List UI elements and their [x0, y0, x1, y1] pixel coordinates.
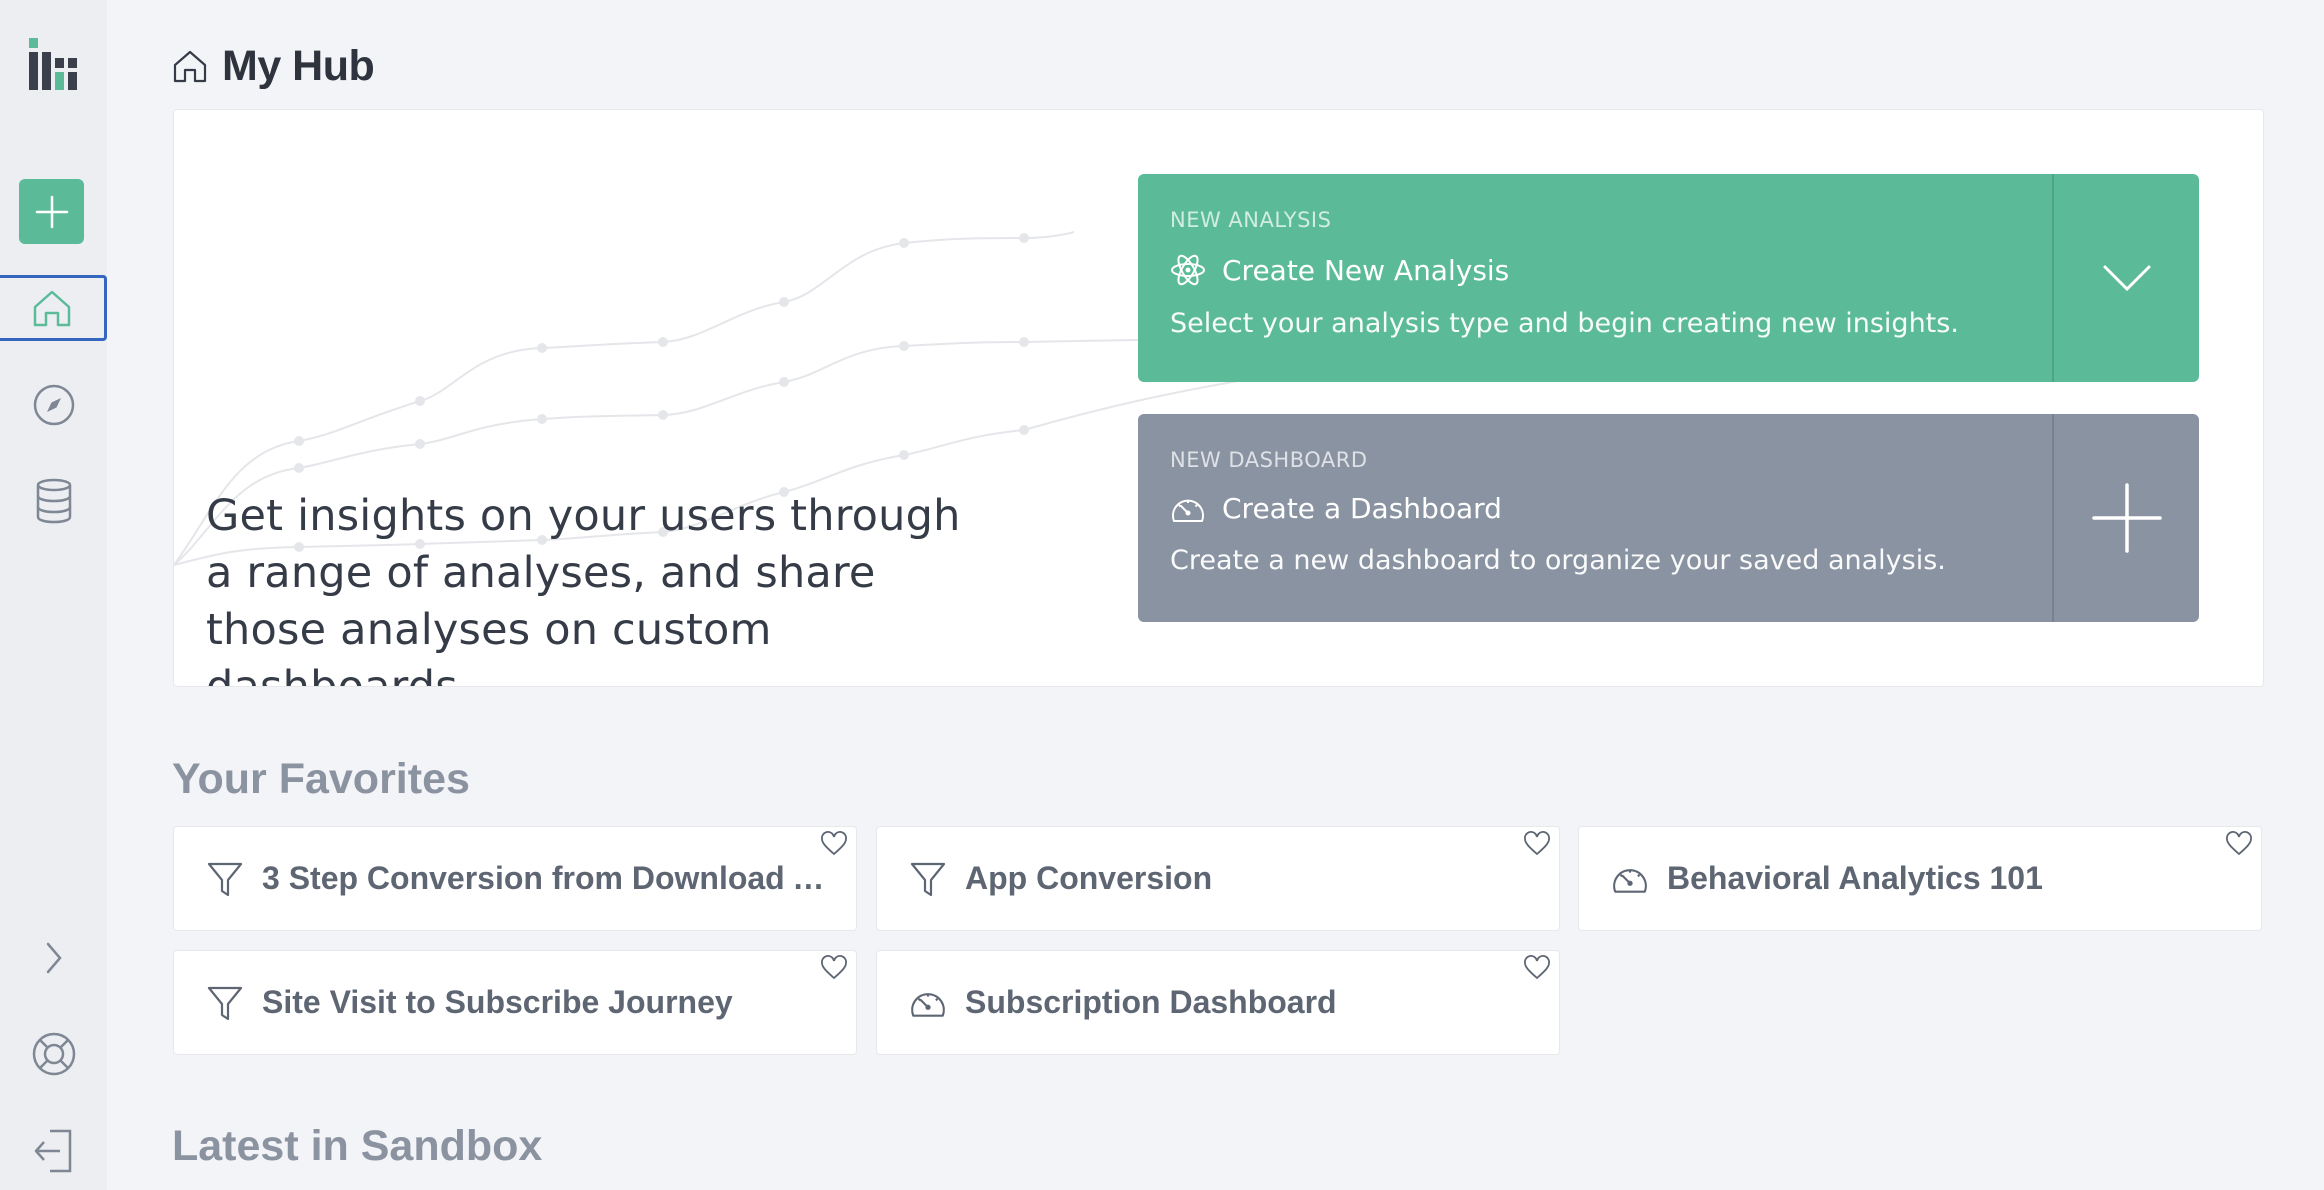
favorite-card[interactable]: App Conversion: [876, 826, 1560, 931]
latest-section-title: Latest in Sandbox: [172, 1122, 543, 1170]
home-icon: [173, 50, 207, 83]
atom-icon: [1171, 254, 1205, 286]
nav-discover[interactable]: [0, 372, 107, 438]
favorite-label: Site Visit to Subscribe Journey: [262, 984, 733, 1020]
dashboard-gauge-icon: [1613, 868, 1647, 893]
heart-icon[interactable]: [2225, 831, 2253, 857]
heart-icon[interactable]: [820, 831, 848, 857]
page-title: My Hub: [222, 41, 375, 90]
new-dashboard-title: Create a Dashboard: [1222, 492, 1502, 525]
favorite-label: 3 Step Conversion from Download A...: [262, 860, 842, 896]
favorite-card[interactable]: 3 Step Conversion from Download A...: [173, 826, 857, 931]
analysis-type-dropdown-button[interactable]: [2052, 174, 2199, 382]
favorite-label: Subscription Dashboard: [965, 984, 1337, 1020]
favorite-card[interactable]: Behavioral Analytics 101: [1578, 826, 2262, 931]
favorite-card[interactable]: Subscription Dashboard: [876, 950, 1560, 1055]
funnel-icon: [910, 862, 946, 896]
favorites-section-title: Your Favorites: [172, 755, 470, 803]
dashboard-gauge-icon: [1172, 499, 1204, 522]
add-dashboard-button[interactable]: [2052, 414, 2199, 622]
hero-description: Get insights on your users through a ran…: [206, 491, 961, 687]
nav-logout[interactable]: [0, 1118, 107, 1184]
plus-icon: [35, 195, 68, 228]
new-analysis-eyebrow: NEW ANALYSIS: [1170, 208, 1332, 232]
funnel-icon: [207, 862, 243, 896]
new-dashboard-description: Create a new dashboard to organize your …: [1170, 545, 1946, 576]
new-dashboard-main[interactable]: NEW DASHBOARD Create a Dashboard Create …: [1138, 414, 2052, 622]
new-dashboard-eyebrow: NEW DASHBOARD: [1170, 448, 1368, 472]
new-analysis-card[interactable]: NEW ANALYSIS Create New Analysis Select …: [1138, 174, 2199, 382]
sidebar: [0, 0, 107, 1190]
new-analysis-title: Create New Analysis: [1222, 253, 1510, 287]
compass-icon: [33, 384, 74, 426]
home-icon: [33, 290, 71, 327]
favorite-label: Behavioral Analytics 101: [1667, 860, 2043, 896]
heart-icon[interactable]: [1523, 955, 1551, 981]
nav-home[interactable]: [0, 275, 107, 341]
heart-icon[interactable]: [820, 955, 848, 981]
new-dashboard-card[interactable]: NEW DASHBOARD Create a Dashboard Create …: [1138, 414, 2199, 622]
chevron-right-icon: [46, 942, 62, 974]
lifebuoy-icon: [32, 1032, 75, 1076]
nav-data[interactable]: [0, 468, 107, 534]
nav-help[interactable]: [0, 1021, 107, 1087]
chevron-down-icon: [2103, 265, 2150, 292]
new-analysis-description: Select your analysis type and begin crea…: [1170, 308, 1959, 339]
favorite-card[interactable]: Site Visit to Subscribe Journey: [173, 950, 857, 1055]
plus-icon: [2091, 483, 2162, 553]
dashboard-gauge-icon: [911, 992, 945, 1017]
expand-sidebar-button[interactable]: [0, 925, 107, 991]
favorite-label: App Conversion: [965, 860, 1213, 896]
heart-icon[interactable]: [1523, 831, 1551, 857]
page-header: My Hub: [172, 38, 375, 94]
create-new-button[interactable]: [19, 179, 84, 244]
funnel-icon: [207, 986, 243, 1020]
database-icon: [36, 478, 71, 524]
app-logo[interactable]: [26, 38, 77, 98]
new-analysis-main[interactable]: NEW ANALYSIS Create New Analysis Select …: [1138, 174, 2052, 382]
logout-icon: [34, 1129, 71, 1173]
